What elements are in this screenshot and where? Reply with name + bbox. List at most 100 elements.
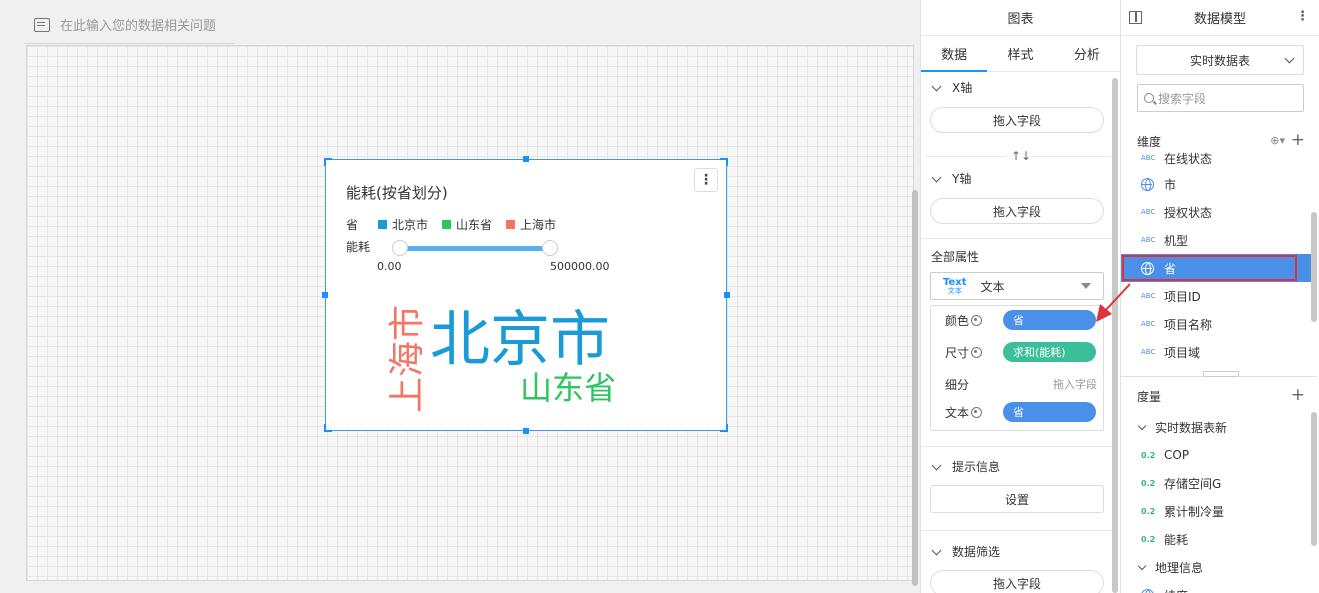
resize-handle-left[interactable]	[322, 292, 328, 298]
field-name: 项目名称	[1164, 317, 1213, 332]
resize-corner[interactable]	[720, 424, 728, 432]
gear-icon[interactable]	[971, 406, 982, 418]
group-name: 实时数据表新	[1155, 420, 1228, 435]
field-item[interactable]: 0.2 累计制冷量	[1121, 497, 1313, 525]
question-bar[interactable]: 在此输入您的数据相关问题	[24, 6, 234, 44]
highlight-annotation	[1122, 255, 1297, 281]
resize-handle-bottom[interactable]	[523, 428, 529, 434]
x-axis-drop-zone[interactable]: 拖入字段	[930, 107, 1104, 133]
size-field-pill[interactable]: 求和(能耗)	[1003, 342, 1096, 362]
x-axis-section[interactable]: X轴	[931, 79, 972, 96]
range-track[interactable]	[400, 246, 550, 251]
string-type-icon: ABC	[1141, 320, 1156, 328]
field-item[interactable]: 市	[1121, 170, 1313, 198]
field-item[interactable]: ABC 机型	[1121, 226, 1313, 254]
chart-type-select[interactable]: Text 文本 文本	[930, 272, 1104, 300]
resize-corner[interactable]	[324, 424, 332, 432]
resize-corner[interactable]	[720, 158, 728, 166]
field-item[interactable]: 0.2 能耗	[1121, 525, 1313, 553]
geo-group[interactable]: 地理信息	[1121, 553, 1313, 581]
measure-group[interactable]: 实时数据表新	[1121, 413, 1313, 441]
arrow-line	[1103, 283, 1131, 313]
color-field-pill[interactable]: 省	[1003, 310, 1096, 330]
config-tabs: 数据 样式 分析	[921, 36, 1120, 72]
resize-corner[interactable]	[324, 158, 332, 166]
field-item[interactable]: ABC 在线状态	[1121, 152, 1313, 172]
word-shandong[interactable]: 山东省	[520, 372, 616, 404]
field-name: 累计制冷量	[1164, 504, 1225, 519]
string-type-icon: ABC	[1141, 154, 1156, 162]
range-min-value: 0.00	[377, 260, 402, 273]
resize-handle-right[interactable]	[724, 292, 730, 298]
legend-item[interactable]: 上海市	[506, 216, 556, 233]
legend-item[interactable]: 北京市	[378, 216, 428, 233]
filter-title: 数据筛选	[952, 545, 1001, 559]
measure-scrollbar[interactable]	[1311, 412, 1317, 546]
globe-icon	[1141, 588, 1154, 593]
chevron-down-icon	[931, 81, 942, 91]
tooltip-section[interactable]: 提示信息	[931, 458, 1000, 475]
resize-handle-top[interactable]	[523, 156, 529, 162]
dimension-scrollbar[interactable]	[1311, 212, 1317, 322]
mapping-detail: 细分 拖入字段	[945, 373, 1097, 395]
search-placeholder: 搜索字段	[1158, 91, 1207, 106]
canvas-scrollbar[interactable]	[912, 190, 918, 586]
legend-item[interactable]: 山东省	[442, 216, 492, 233]
tab-analysis[interactable]: 分析	[1054, 36, 1120, 71]
field-name: 存储空间G	[1164, 476, 1222, 491]
detail-drop-zone[interactable]: 拖入字段	[1053, 376, 1097, 392]
field-item[interactable]: ABC 项目名称	[1121, 310, 1313, 338]
field-name: 授权状态	[1164, 205, 1213, 220]
word-shanghai[interactable]: 上海市	[387, 305, 428, 413]
string-type-icon: ABC	[1141, 236, 1156, 244]
word-beijing[interactable]: 北京市	[430, 310, 610, 370]
gear-icon[interactable]	[971, 314, 982, 326]
dimensions-title: 维度	[1137, 134, 1162, 149]
range-max-handle[interactable]	[542, 240, 558, 256]
chevron-down-icon	[931, 460, 942, 470]
collapse-panel-icon[interactable]	[1129, 11, 1142, 24]
text-field-pill[interactable]: 省	[1003, 402, 1096, 422]
question-input[interactable]: 在此输入您的数据相关问题	[60, 15, 216, 34]
field-item[interactable]: ABC 项目域	[1121, 338, 1313, 366]
range-min-handle[interactable]	[392, 240, 408, 256]
field-item[interactable]: 0.2 COP	[1121, 441, 1313, 469]
gear-icon[interactable]	[971, 346, 982, 358]
tab-style[interactable]: 样式	[987, 36, 1053, 71]
number-type-icon: 0.2	[1141, 506, 1156, 516]
filter-drop-zone[interactable]: 拖入字段	[930, 570, 1104, 593]
string-type-icon: ABC	[1141, 292, 1156, 300]
tooltip-settings-button[interactable]: 设置	[930, 485, 1104, 513]
legend-label: 北京市	[392, 218, 429, 232]
field-item[interactable]: ABC 授权状态	[1121, 198, 1313, 226]
add-dimension-icon[interactable]: +	[1291, 130, 1305, 150]
legend-label: 山东省	[456, 218, 493, 232]
chart-legend: 省 北京市 山东省 上海市	[346, 216, 570, 233]
chevron-down-icon	[931, 172, 942, 182]
field-item[interactable]: 纬度	[1121, 581, 1313, 593]
filter-section[interactable]: 数据筛选	[931, 543, 1000, 560]
range-label: 能耗	[346, 240, 371, 254]
swap-axis-icon[interactable]: ↑↓	[1011, 149, 1031, 163]
chart-widget[interactable]: 能耗(按省划分) ⋮ 省 北京市 山东省 上海市 能耗 0.00 500000.…	[322, 156, 730, 434]
add-geo-icon[interactable]: ⊕▾	[1270, 134, 1285, 147]
y-axis-drop-zone[interactable]: 拖入字段	[930, 198, 1104, 224]
add-measure-icon[interactable]: +	[1291, 385, 1305, 405]
more-icon[interactable]: ⋮	[1296, 9, 1309, 24]
chart-menu-button[interactable]: ⋮	[694, 168, 718, 192]
field-search-input[interactable]: 搜索字段	[1137, 84, 1304, 112]
y-axis-section[interactable]: Y轴	[931, 170, 971, 187]
divider	[921, 530, 1117, 531]
field-item[interactable]: 0.2 存储空间G	[1121, 469, 1313, 497]
mapping-size: 尺寸 求和(能耗)	[945, 341, 1097, 363]
dataset-select[interactable]: 实时数据表	[1136, 45, 1304, 75]
divider	[1031, 156, 1111, 157]
data-model-panel: 数据模型 ⋮ 实时数据表 搜索字段 维度 ⊕▾ + ABC 在线状态 市 ABC…	[1120, 0, 1319, 593]
tab-data[interactable]: 数据	[921, 36, 988, 72]
config-scrollbar[interactable]	[1112, 78, 1118, 593]
chart-config-panel: 图表 数据 样式 分析 X轴 拖入字段 ↑↓ Y轴 拖入字段 全部属性 Text…	[920, 0, 1120, 593]
arrow-annotation	[1096, 283, 1131, 322]
field-item[interactable]: ABC 项目ID	[1121, 282, 1313, 310]
splitter-handle[interactable]	[1203, 371, 1239, 377]
number-type-icon: 0.2	[1141, 478, 1156, 488]
